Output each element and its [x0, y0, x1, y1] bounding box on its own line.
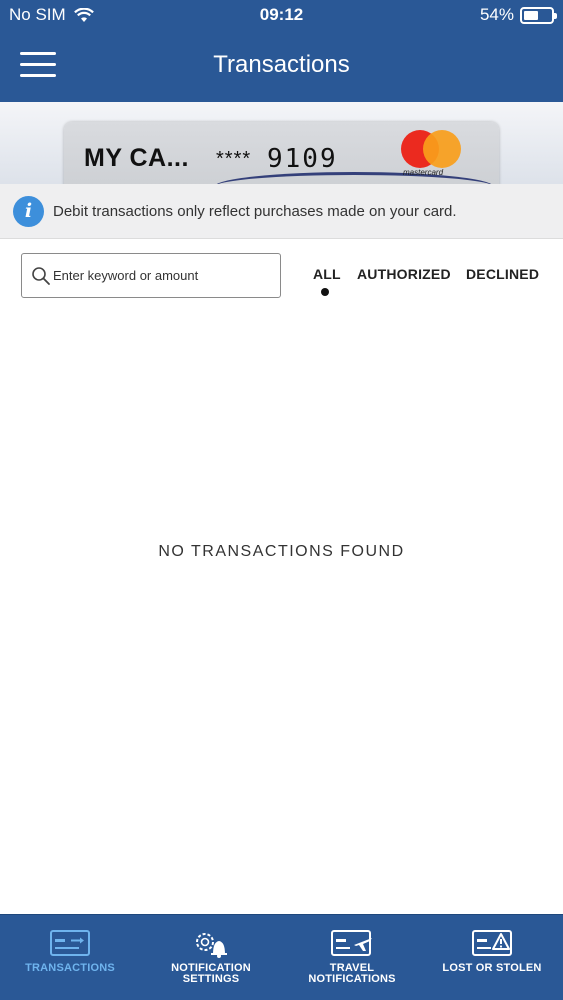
tab-label: TRANSACTIONS: [25, 962, 115, 974]
info-banner: i Debit transactions only reflect purcha…: [0, 184, 563, 239]
gear-bell-icon: [196, 933, 227, 958]
info-icon: i: [13, 196, 44, 227]
tab-lost-or-stolen[interactable]: LOST OR STOLEN: [422, 915, 562, 1000]
tab-transactions[interactable]: TRANSACTIONS: [0, 915, 140, 1000]
battery-fill: [524, 10, 538, 20]
card-last-four: 9109: [267, 144, 338, 174]
tab-notification-settings[interactable]: NOTIFICATION SETTINGS: [141, 915, 281, 1000]
tab-label: TRAVEL NOTIFICATIONS: [308, 962, 396, 985]
status-bar: No SIM 09:12 54%: [0, 0, 563, 30]
search-input[interactable]: [53, 254, 277, 297]
top-bar: No SIM 09:12 54% Transactions: [0, 0, 563, 102]
card-warning-icon: [472, 930, 512, 956]
empty-state-message: NO TRANSACTIONS FOUND: [158, 543, 405, 560]
page-title: Transactions: [213, 51, 350, 78]
card-transactions-icon: [50, 930, 90, 956]
filter-tab-all[interactable]: ALL: [313, 266, 341, 282]
battery-percent: 54%: [479, 5, 514, 24]
filter-tab-declined[interactable]: DECLINED: [466, 266, 539, 282]
card-number-mask: ****: [216, 148, 252, 170]
debit-card[interactable]: MY CA... **** 9109 mastercard: [64, 122, 499, 184]
card-name: MY CA...: [84, 144, 189, 172]
tab-label: NOTIFICATION SETTINGS: [171, 962, 251, 985]
selected-filter-indicator: [321, 288, 329, 296]
transactions-screen: No SIM 09:12 54% Transactions MY CA... *…: [0, 0, 563, 1000]
battery-icon: [520, 6, 557, 24]
mastercard-logo: mastercard: [401, 130, 463, 178]
card-banner: MY CA... **** 9109 mastercard: [0, 102, 563, 184]
search-icon: [32, 267, 50, 285]
filter-tab-authorized[interactable]: AUTHORIZED: [357, 266, 451, 282]
card-plane-icon: [331, 930, 372, 956]
battery-nub: [554, 12, 557, 19]
tab-travel-notifications[interactable]: TRAVEL NOTIFICATIONS: [282, 915, 422, 1000]
clock: 09:12: [259, 5, 304, 24]
battery-group: 54%: [479, 5, 557, 25]
search-box[interactable]: [21, 253, 281, 298]
navigation-bar: Transactions: [0, 30, 563, 102]
tab-label: LOST OR STOLEN: [442, 962, 542, 974]
info-banner-text: Debit transactions only reflect purchase…: [53, 203, 457, 220]
bottom-tab-bar: TRANSACTIONS NOTIFICATION SETTINGS TRAVE…: [0, 914, 563, 1000]
